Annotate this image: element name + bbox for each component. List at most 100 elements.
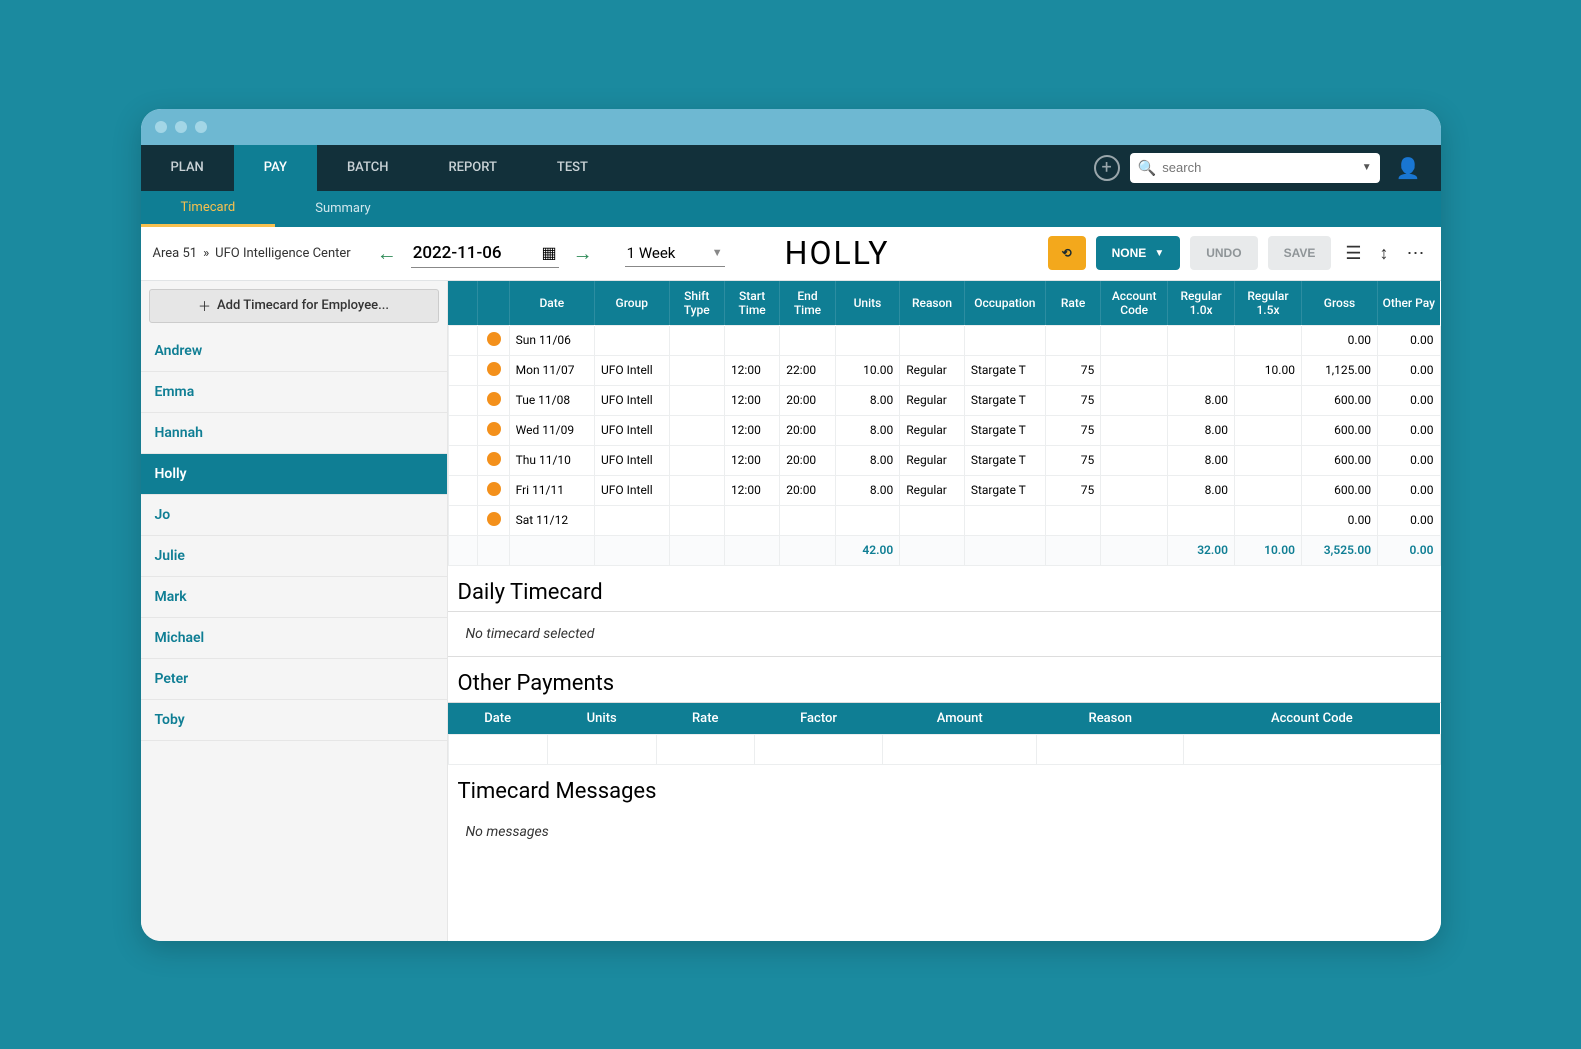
grid-cell-r15[interactable] [1235,415,1302,445]
filter-icon[interactable]: ☰ [1341,243,1365,264]
employee-item[interactable]: Julie [141,536,447,577]
grid-cell-end[interactable]: 20:00 [780,385,835,415]
other-cell[interactable] [883,734,1037,764]
grid-cell-shift[interactable] [669,475,724,505]
grid-cell-other[interactable]: 0.00 [1378,415,1440,445]
prev-week-button[interactable]: ← [373,237,401,270]
grid-header[interactable]: Shift Type [669,281,724,326]
row-expand[interactable] [448,475,478,505]
other-header[interactable]: Reason [1037,703,1184,735]
other-header[interactable]: Amount [883,703,1037,735]
grid-header[interactable]: Date [509,281,594,326]
grid-cell-date[interactable]: Wed 11/09 [509,415,594,445]
sort-icon[interactable]: ↕ [1376,243,1393,264]
grid-cell-group[interactable]: UFO Intell [594,355,669,385]
other-header[interactable]: Units [547,703,656,735]
grid-cell-rate[interactable]: 75 [1045,415,1100,445]
grid-cell-date[interactable]: Fri 11/11 [509,475,594,505]
other-cell[interactable] [1037,734,1184,764]
grid-cell-start[interactable]: 12:00 [724,445,779,475]
employee-item[interactable]: Holly [141,454,447,495]
next-week-button[interactable]: → [569,237,597,270]
grid-cell-reason[interactable]: Regular [900,475,965,505]
grid-cell-date[interactable]: Sat 11/12 [509,505,594,535]
grid-header[interactable]: Reason [900,281,965,326]
grid-cell-acct[interactable] [1101,505,1168,535]
row-expand[interactable] [448,385,478,415]
row-expand[interactable] [448,505,478,535]
grid-cell-reason[interactable]: Regular [900,355,965,385]
employee-item[interactable]: Andrew [141,331,447,372]
grid-header[interactable]: Account Code [1101,281,1168,326]
grid-header[interactable]: End Time [780,281,835,326]
topnav-tab-pay[interactable]: PAY [234,145,317,191]
grid-cell-rate[interactable] [1045,505,1100,535]
grid-cell-occ[interactable]: Stargate T [964,415,1045,445]
grid-cell-units[interactable] [835,505,900,535]
grid-header[interactable]: Gross [1301,281,1377,326]
grid-cell-occ[interactable] [964,505,1045,535]
grid-cell-start[interactable]: 12:00 [724,385,779,415]
row-expand[interactable] [448,355,478,385]
grid-cell-gross[interactable]: 600.00 [1301,415,1377,445]
grid-cell-units[interactable]: 8.00 [835,475,900,505]
grid-cell-acct[interactable] [1101,445,1168,475]
grid-cell-start[interactable]: 12:00 [724,475,779,505]
grid-cell-date[interactable]: Thu 11/10 [509,445,594,475]
grid-cell-gross[interactable]: 600.00 [1301,445,1377,475]
none-dropdown[interactable]: NONE ▼ [1096,236,1181,270]
grid-cell-r1[interactable]: 8.00 [1168,445,1235,475]
refresh-button[interactable]: ⟲ [1048,236,1086,270]
grid-row[interactable]: Wed 11/09UFO Intell12:0020:008.00Regular… [448,415,1440,445]
grid-header[interactable]: Units [835,281,900,326]
employee-item[interactable]: Michael [141,618,447,659]
grid-cell-rate[interactable]: 75 [1045,475,1100,505]
grid-cell-r15[interactable] [1235,475,1302,505]
row-expand[interactable] [448,415,478,445]
employee-item[interactable]: Mark [141,577,447,618]
employee-item[interactable]: Jo [141,495,447,536]
other-header[interactable]: Account Code [1184,703,1440,735]
grid-cell-other[interactable]: 0.00 [1378,385,1440,415]
grid-cell-occ[interactable]: Stargate T [964,445,1045,475]
grid-cell-acct[interactable] [1101,415,1168,445]
grid-cell-units[interactable]: 8.00 [835,385,900,415]
grid-header[interactable]: Rate [1045,281,1100,326]
grid-cell-r15[interactable] [1235,445,1302,475]
other-header[interactable]: Date [448,703,547,735]
grid-cell-end[interactable] [780,325,835,355]
grid-cell-end[interactable]: 20:00 [780,415,835,445]
search-input[interactable] [1162,160,1355,175]
grid-header[interactable]: Other Pay [1378,281,1440,326]
window-dot[interactable] [175,121,187,133]
grid-cell-r1[interactable] [1168,505,1235,535]
grid-cell-other[interactable]: 0.00 [1378,475,1440,505]
more-icon[interactable]: ⋯ [1403,243,1429,264]
grid-cell-start[interactable] [724,505,779,535]
grid-row[interactable]: Thu 11/10UFO Intell12:0020:008.00Regular… [448,445,1440,475]
subnav-tab-timecard[interactable]: Timecard [141,191,276,227]
grid-cell-units[interactable] [835,325,900,355]
grid-row[interactable]: Fri 11/11UFO Intell12:0020:008.00Regular… [448,475,1440,505]
grid-cell-r1[interactable] [1168,325,1235,355]
grid-cell-group[interactable] [594,325,669,355]
employee-item[interactable]: Peter [141,659,447,700]
grid-cell-rate[interactable] [1045,325,1100,355]
grid-cell-occ[interactable]: Stargate T [964,385,1045,415]
grid-cell-shift[interactable] [669,385,724,415]
grid-cell-reason[interactable]: Regular [900,385,965,415]
grid-cell-start[interactable] [724,325,779,355]
grid-cell-other[interactable]: 0.00 [1378,505,1440,535]
search-box[interactable]: 🔍▼ [1130,153,1380,183]
grid-cell-end[interactable]: 20:00 [780,475,835,505]
topnav-tab-test[interactable]: TEST [527,145,618,191]
grid-cell-reason[interactable] [900,325,965,355]
grid-cell-start[interactable]: 12:00 [724,355,779,385]
grid-cell-end[interactable]: 20:00 [780,445,835,475]
grid-cell-r15[interactable] [1235,505,1302,535]
grid-cell-group[interactable]: UFO Intell [594,385,669,415]
grid-row[interactable]: Sun 11/060.000.00 [448,325,1440,355]
grid-cell-r1[interactable]: 8.00 [1168,385,1235,415]
grid-cell-gross[interactable]: 0.00 [1301,505,1377,535]
grid-header[interactable]: Regular 1.5x [1235,281,1302,326]
